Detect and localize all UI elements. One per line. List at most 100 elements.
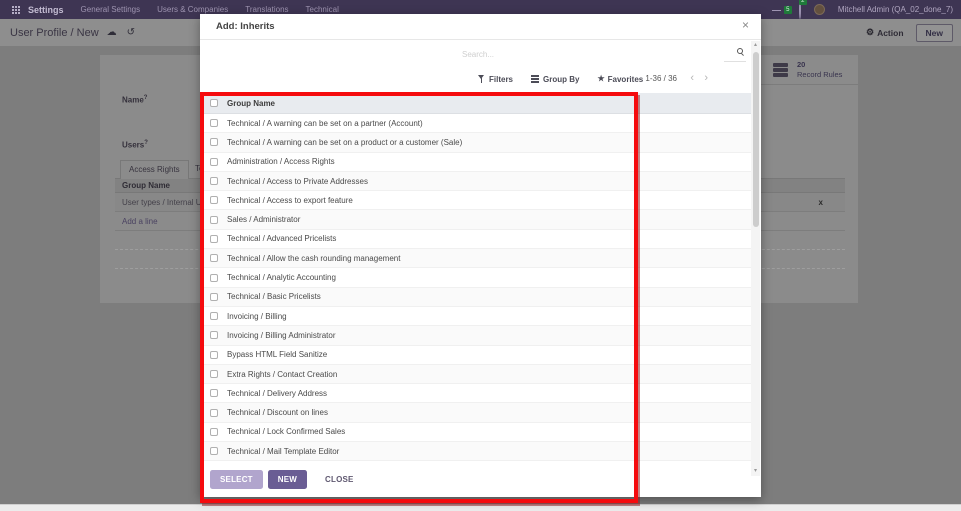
layers-icon: [531, 75, 539, 77]
row-label: Technical / Delivery Address: [227, 389, 327, 398]
row-label: Technical / Analytic Accounting: [227, 273, 336, 282]
users-field-label: Users?: [122, 140, 148, 150]
list-item[interactable]: Administration / Access Rights: [200, 153, 752, 172]
list-item[interactable]: Technical / Analytic Accounting: [200, 268, 752, 287]
modal-list-rows: Technical / A warning can be set on a pa…: [200, 114, 752, 461]
group-by-button[interactable]: Group By: [531, 75, 579, 84]
menu-technical[interactable]: Technical: [306, 5, 339, 14]
name-field-label: Name?: [122, 95, 147, 105]
tab-access-rights[interactable]: Access Rights: [120, 160, 189, 179]
row-checkbox[interactable]: [210, 274, 218, 282]
pager-next-icon[interactable]: ›: [704, 66, 708, 92]
row-checkbox[interactable]: [210, 254, 218, 262]
row-label: Technical / Discount on lines: [227, 408, 328, 417]
record-rules-stat-button[interactable]: 20 Record Rules: [758, 55, 858, 85]
filters-button[interactable]: Filters: [478, 75, 513, 84]
list-item[interactable]: Technical / Delivery Address: [200, 384, 752, 403]
row-label: Technical / Advanced Pricelists: [227, 234, 336, 243]
row-checkbox[interactable]: [210, 293, 218, 301]
pager-value[interactable]: 1-36 / 36: [645, 66, 677, 92]
row-label: Invoicing / Billing: [227, 312, 287, 321]
apps-grid-icon[interactable]: [12, 6, 14, 8]
list-item[interactable]: Technical / Discount on lines: [200, 403, 752, 422]
menu-users-companies[interactable]: Users & Companies: [157, 5, 228, 14]
new-button[interactable]: NEW: [268, 470, 307, 489]
row-checkbox[interactable]: [210, 447, 218, 455]
menu-general-settings[interactable]: General Settings: [81, 5, 141, 14]
list-item[interactable]: Technical / A warning can be set on a pa…: [200, 114, 752, 133]
list-item[interactable]: Invoicing / Billing Administrator: [200, 326, 752, 345]
list-item[interactable]: Technical / A warning can be set on a pr…: [200, 133, 752, 152]
scrollbar[interactable]: ▴ ▾: [751, 41, 760, 476]
row-label: Administration / Access Rights: [227, 157, 335, 166]
row-checkbox[interactable]: [210, 119, 218, 127]
list-item[interactable]: Technical / Advanced Pricelists: [200, 230, 752, 249]
list-item[interactable]: Technical / Mail Template Editor: [200, 442, 752, 461]
delete-row-icon[interactable]: x: [819, 193, 823, 212]
search-icon[interactable]: [737, 48, 743, 54]
action-label: Action: [877, 28, 903, 38]
row-checkbox[interactable]: [210, 370, 218, 378]
scrollbar-thumb[interactable]: [753, 52, 759, 227]
user-avatar[interactable]: [814, 4, 825, 15]
new-record-button[interactable]: New: [916, 24, 953, 42]
user-name[interactable]: Mitchell Admin (QA_02_done_7): [838, 5, 953, 14]
row-checkbox[interactable]: [210, 158, 218, 166]
row-checkbox[interactable]: [210, 177, 218, 185]
modal-footer: SELECT NEW CLOSE: [200, 462, 761, 497]
action-menu[interactable]: ⚙Action: [866, 27, 904, 38]
row-label: Technical / Allow the cash rounding mana…: [227, 254, 400, 263]
row-checkbox[interactable]: [210, 351, 218, 359]
row-label: Technical / Access to export feature: [227, 196, 353, 205]
discard-undo-icon[interactable]: ↺: [127, 28, 135, 38]
row-checkbox[interactable]: [210, 138, 218, 146]
app-name[interactable]: Settings: [28, 5, 64, 15]
row-label: Technical / A warning can be set on a pr…: [227, 138, 462, 147]
search-zone: [462, 44, 746, 62]
close-icon[interactable]: ×: [742, 18, 749, 32]
list-item[interactable]: Extra Rights / Contact Creation: [200, 365, 752, 384]
scroll-up-icon[interactable]: ▴: [751, 41, 760, 50]
bottom-strip: [0, 504, 961, 511]
search-options-row: Filters Group By ★Favorites 1-36 / 36 ‹ …: [200, 66, 752, 92]
row-checkbox[interactable]: [210, 389, 218, 397]
save-cloud-icon[interactable]: ☁: [107, 28, 117, 38]
gear-icon: ⚙: [866, 27, 874, 38]
list-item[interactable]: Technical / Access to Private Addresses: [200, 172, 752, 191]
screen: Settings General Settings Users & Compan…: [0, 0, 961, 511]
row-checkbox[interactable]: [210, 428, 218, 436]
list-header-label: Group Name: [227, 99, 275, 108]
menu-translations[interactable]: Translations: [245, 5, 288, 14]
row-label: Invoicing / Billing Administrator: [227, 331, 336, 340]
list-item[interactable]: Bypass HTML Field Sanitize: [200, 346, 752, 365]
row-label: Technical / Basic Pricelists: [227, 292, 321, 301]
row-checkbox[interactable]: [210, 196, 218, 204]
list-header-row: Group Name: [200, 93, 752, 114]
row-checkbox[interactable]: [210, 409, 218, 417]
row-checkbox[interactable]: [210, 216, 218, 224]
pager-previous-icon[interactable]: ‹: [690, 66, 694, 92]
modal-title: Add: Inherits: [216, 21, 275, 32]
row-checkbox[interactable]: [210, 235, 218, 243]
list-item[interactable]: Technical / Access to export feature: [200, 191, 752, 210]
activities-menu[interactable]: 2: [799, 1, 801, 19]
list-item[interactable]: Invoicing / Billing: [200, 307, 752, 326]
stat-count: 20: [797, 60, 805, 69]
groups-list: Group Name Technical / A warning can be …: [200, 93, 752, 461]
row-checkbox[interactable]: [210, 312, 218, 320]
select-all-checkbox[interactable]: [210, 99, 218, 107]
row-checkbox[interactable]: [210, 331, 218, 339]
row-label: Extra Rights / Contact Creation: [227, 370, 337, 379]
search-input[interactable]: [462, 47, 724, 63]
close-button[interactable]: CLOSE: [315, 470, 364, 489]
list-item[interactable]: Technical / Allow the cash rounding mana…: [200, 249, 752, 268]
systray: 5 2 Mitchell Admin (QA_02_done_7): [773, 0, 957, 19]
list-item[interactable]: Sales / Administrator: [200, 210, 752, 229]
select-button[interactable]: SELECT: [210, 470, 263, 489]
list-item[interactable]: Technical / Lock Confirmed Sales: [200, 423, 752, 442]
list-item[interactable]: Technical / Basic Pricelists: [200, 288, 752, 307]
favorites-button[interactable]: ★Favorites: [597, 75, 643, 84]
breadcrumb: User Profile / New: [10, 27, 99, 39]
row-label: Technical / A warning can be set on a pa…: [227, 119, 423, 128]
row-label: Bypass HTML Field Sanitize: [227, 350, 327, 359]
